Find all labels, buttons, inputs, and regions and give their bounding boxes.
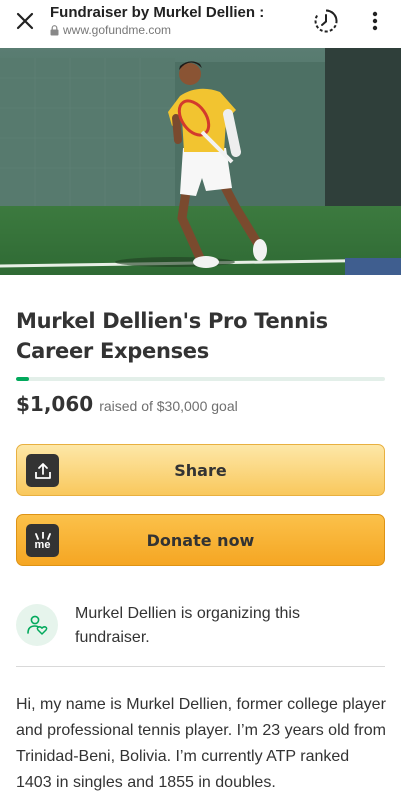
url-text: www.gofundme.com bbox=[63, 23, 172, 37]
share-icon-box bbox=[26, 454, 59, 487]
progress-fill bbox=[16, 377, 29, 381]
me-text: me bbox=[34, 538, 51, 551]
organizer-heart-icon bbox=[27, 615, 48, 635]
organizer-avatar bbox=[16, 604, 58, 646]
amount-raised: $1,060 bbox=[16, 392, 94, 416]
lock-icon bbox=[50, 24, 59, 35]
divider bbox=[16, 666, 385, 667]
share-upload-icon bbox=[34, 462, 51, 479]
browser-top-bar: Fundraiser by Murkel Dellien : www.gofun… bbox=[0, 0, 401, 48]
close-icon bbox=[16, 12, 34, 30]
donate-icon-box: me bbox=[26, 524, 59, 557]
history-icon bbox=[314, 9, 338, 33]
campaign-title: Murkel Dellien's Pro Tennis Career Expen… bbox=[16, 309, 328, 363]
story-text: Hi, my name is Murkel Dellien, former co… bbox=[16, 696, 386, 791]
more-options-button[interactable] bbox=[362, 6, 388, 36]
close-button[interactable] bbox=[10, 6, 40, 36]
more-vert-icon bbox=[372, 11, 378, 31]
goal-text: raised of $30,000 goal bbox=[99, 398, 238, 414]
share-button-label: Share bbox=[174, 460, 227, 480]
donate-button[interactable]: me Donate now bbox=[16, 514, 385, 566]
page-title: Fundraiser by Murkel Dellien : bbox=[50, 4, 265, 21]
url-row: www.gofundme.com bbox=[50, 23, 300, 37]
gofundme-me-icon: me bbox=[34, 531, 51, 551]
organizer-text: Murkel Dellien is organizing this fundra… bbox=[75, 605, 300, 646]
organizer-row: Murkel Dellien is organizing this fundra… bbox=[16, 602, 385, 650]
progress-bar bbox=[16, 377, 385, 381]
donate-button-label: Donate now bbox=[146, 530, 255, 550]
amount-row: $1,060 raised of $30,000 goal bbox=[16, 392, 238, 416]
hero-image bbox=[0, 48, 401, 275]
share-button[interactable]: Share bbox=[16, 444, 385, 496]
page-title-block: Fundraiser by Murkel Dellien : www.gofun… bbox=[50, 4, 300, 37]
tennis-player-photo bbox=[0, 48, 401, 275]
history-button[interactable] bbox=[311, 6, 341, 36]
